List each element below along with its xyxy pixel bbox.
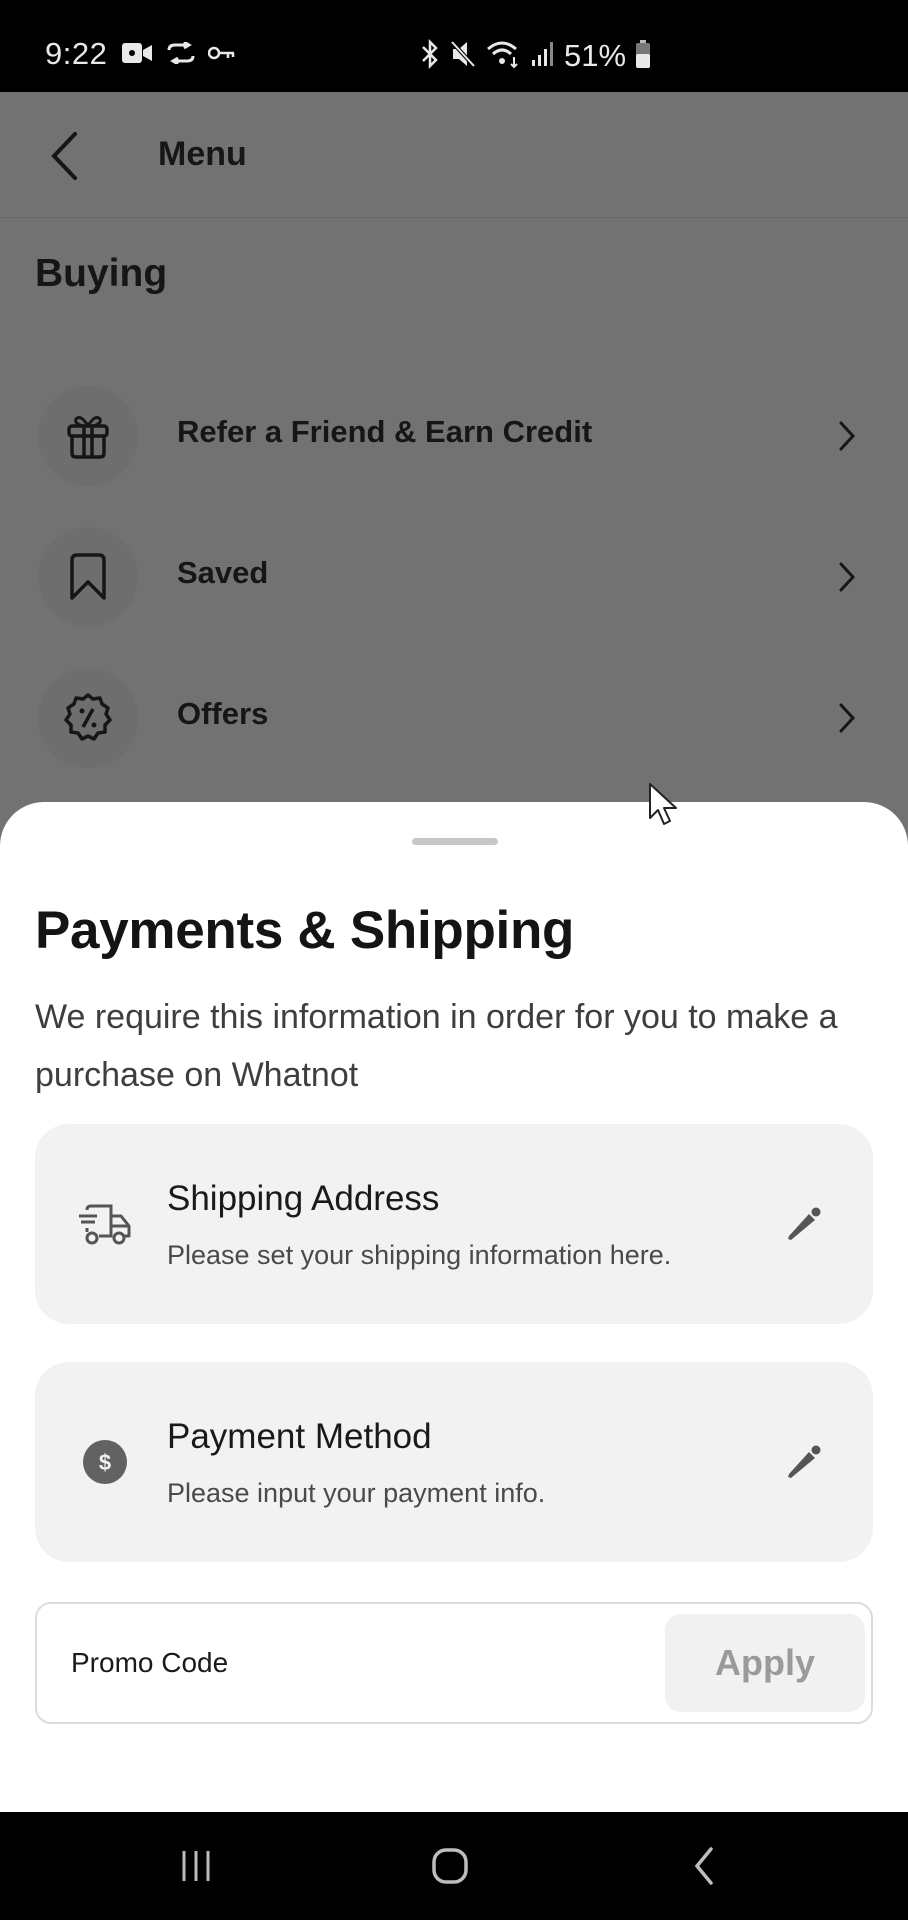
card-subtitle: Please input your payment info. [167,1478,546,1508]
pencil-icon [788,1207,821,1240]
sheet-title: Payments & Shipping [35,901,575,960]
system-nav-bar [0,1812,908,1920]
menu-item-label: Refer a Friend & Earn Credit [177,414,593,449]
apply-button[interactable]: Apply [665,1614,865,1712]
home-button[interactable] [410,1836,490,1896]
chevron-left-icon [51,132,77,180]
dollar-circle-icon: $ [75,1432,135,1492]
truck-icon [75,1194,135,1254]
shipping-address-card[interactable]: Shipping Address Please set your shippin… [35,1124,873,1324]
menu-item-label: Saved [177,555,269,590]
status-left-icons [122,40,236,69]
battery-percent: 51% [564,38,627,73]
svg-text:$: $ [99,1450,111,1475]
status-bar: 9:22 51% [0,0,908,92]
card-title: Payment Method [167,1417,432,1456]
menu-item-refer-friend[interactable]: Refer a Friend & Earn Credit [0,376,908,486]
wifi-icon [486,39,520,74]
card-title: Shipping Address [167,1179,440,1218]
chevron-right-icon [832,416,862,456]
menu-item-saved[interactable]: Saved [0,517,908,627]
recent-apps-button[interactable] [156,1836,236,1896]
mute-icon [450,39,476,74]
drag-handle[interactable] [412,838,498,845]
app-header: Menu [0,92,908,218]
edit-payment-button[interactable] [775,1434,831,1490]
signal-icon [530,40,554,73]
payment-method-card[interactable]: $ Payment Method Please input your payme… [35,1362,873,1562]
payments-shipping-sheet: Payments & Shipping We require this info… [0,802,908,1812]
promo-code-input[interactable] [37,1604,647,1722]
gift-icon [38,386,138,486]
menu-item-offers[interactable]: Offers [0,658,908,768]
discount-badge-icon [38,668,138,768]
video-record-icon [122,42,154,69]
promo-code-field: Apply [35,1602,873,1724]
section-title-buying: Buying [35,252,168,295]
home-icon [432,1848,468,1884]
menu-item-label: Offers [177,696,269,731]
status-right-icons: 51% [420,38,651,74]
sheet-description: We require this information in order for… [35,998,838,1094]
chevron-right-icon [832,557,862,597]
chevron-right-icon [832,698,862,738]
status-time: 9:22 [45,36,108,71]
pencil-icon [788,1445,821,1478]
sync-cloud-icon [166,40,196,69]
back-button[interactable] [42,128,86,184]
card-subtitle: Please set your shipping information her… [167,1240,672,1270]
edit-shipping-button[interactable] [775,1196,831,1252]
battery-icon [636,39,651,73]
recent-apps-icon [182,1851,210,1881]
mouse-cursor-icon [648,782,682,830]
back-nav-button[interactable] [664,1836,744,1896]
page-title: Menu [158,135,247,173]
bluetooth-icon [420,38,440,74]
back-icon [694,1847,713,1885]
bookmark-icon [38,527,138,627]
vpn-key-icon [207,45,236,66]
